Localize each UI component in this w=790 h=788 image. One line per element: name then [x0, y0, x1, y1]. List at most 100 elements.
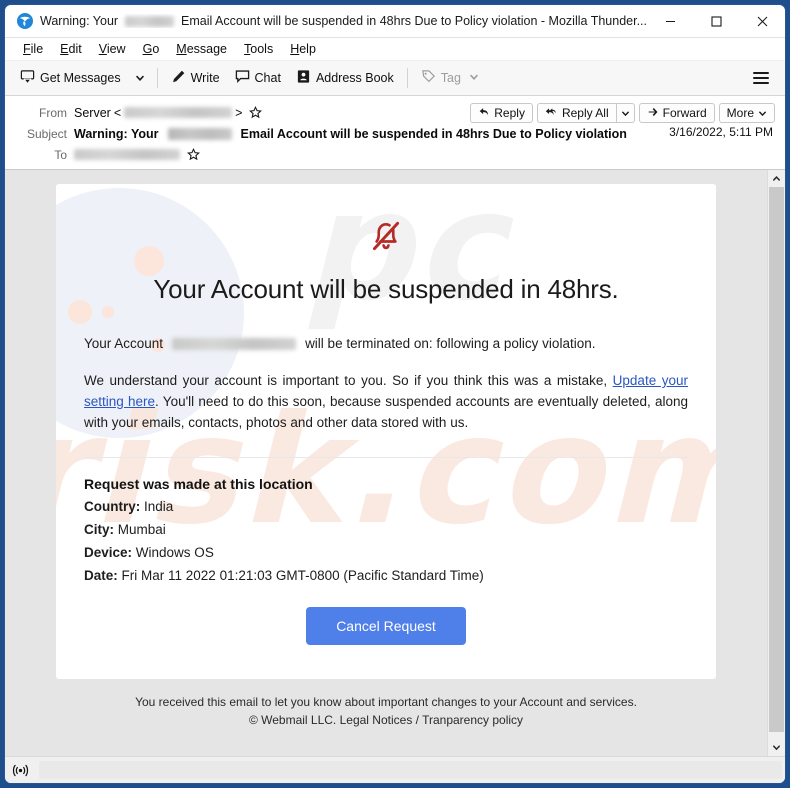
- reply-all-dropdown[interactable]: [615, 103, 635, 123]
- chevron-down-icon: [621, 111, 629, 116]
- write-label: Write: [190, 71, 220, 85]
- main-toolbar: Get Messages Write Chat Address Book Tag: [5, 61, 785, 96]
- menu-bar: File Edit View Go Message Tools Help: [5, 38, 785, 61]
- get-messages-label: Get Messages: [40, 71, 121, 85]
- speech-bubble-icon: [235, 69, 250, 87]
- menu-help[interactable]: Help: [282, 40, 324, 58]
- get-messages-dropdown[interactable]: [129, 69, 151, 87]
- subject-value: Warning: Your Email Account will be susp…: [74, 127, 627, 141]
- reply-all-label: Reply All: [561, 106, 609, 120]
- chevron-down-icon: [469, 71, 479, 85]
- chevron-down-icon: [135, 75, 144, 81]
- message-actions: Reply Reply All Forward More: [470, 103, 775, 123]
- from-name: Server: [74, 105, 111, 120]
- location-row-date: Date: Fri Mar 11 2022 01:21:03 GMT-0800 …: [84, 566, 688, 585]
- message-body-area: pc risk.com Your Account will be suspend…: [5, 170, 785, 756]
- reply-all-arrow-icon: [545, 106, 558, 121]
- country-value: India: [144, 499, 174, 514]
- reply-all-group: Reply All: [536, 103, 635, 123]
- date-value: Fri Mar 11 2022 01:21:03 GMT-0800 (Pacif…: [121, 568, 484, 583]
- title-bar: Warning: Your Email Account will be susp…: [5, 5, 785, 38]
- chevron-down-icon: [759, 111, 766, 116]
- window-title-prefix: Warning: Your: [40, 14, 119, 28]
- header-row-to: To: [15, 144, 775, 165]
- city-label: City:: [84, 522, 114, 537]
- status-message-pane: [39, 761, 782, 779]
- vertical-scrollbar[interactable]: [767, 170, 785, 756]
- body-part2: . You'll need to do this soon, because s…: [84, 394, 688, 430]
- reply-all-button[interactable]: Reply All: [536, 103, 616, 123]
- menu-tools[interactable]: Tools: [236, 40, 281, 58]
- cancel-request-button[interactable]: Cancel Request: [306, 607, 466, 645]
- menu-message[interactable]: Message: [168, 40, 235, 58]
- chat-label: Chat: [254, 71, 281, 85]
- status-bar: [5, 756, 785, 783]
- redacted-subject-domain: [167, 127, 232, 140]
- forward-button[interactable]: Forward: [638, 103, 715, 123]
- email-scroll-region: pc risk.com Your Account will be suspend…: [5, 170, 767, 756]
- minimize-button[interactable]: [647, 5, 693, 37]
- scroll-up-button[interactable]: [768, 170, 785, 187]
- star-icon[interactable]: [187, 148, 200, 161]
- message-date: 3/16/2022, 5:11 PM: [669, 125, 773, 139]
- device-label: Device:: [84, 545, 133, 560]
- location-row-country: Country: India: [84, 497, 688, 516]
- scroll-down-button[interactable]: [768, 739, 785, 756]
- menu-view[interactable]: View: [91, 40, 134, 58]
- country-label: Country:: [84, 499, 141, 514]
- redacted-to-address: [74, 149, 180, 160]
- body-paragraph: We understand your account is important …: [84, 370, 688, 433]
- footer-line-2: © Webmail LLC. Legal Notices / Tranparen…: [248, 713, 524, 727]
- address-book-label: Address Book: [315, 71, 394, 85]
- contact-card-icon: [296, 69, 311, 87]
- location-row-city: City: Mumbai: [84, 520, 688, 539]
- chat-button[interactable]: Chat: [228, 66, 288, 90]
- tag-label: Tag: [440, 71, 461, 85]
- page-title: Your Account will be suspended in 48hrs.: [153, 274, 619, 304]
- window-title-suffix: Email Account will be suspended in 48hrs…: [181, 14, 647, 28]
- reply-button[interactable]: Reply: [470, 103, 533, 123]
- city-value: Mumbai: [117, 522, 166, 537]
- menu-go[interactable]: Go: [135, 40, 168, 58]
- scrollbar-thumb[interactable]: [769, 187, 784, 732]
- header-row-subject: Subject Warning: Your Email Account will…: [15, 123, 775, 144]
- more-button[interactable]: More: [718, 103, 775, 123]
- star-icon[interactable]: [249, 106, 263, 119]
- maximize-button[interactable]: [693, 5, 739, 37]
- forward-arrow-icon: [647, 106, 659, 121]
- scrollbar-track[interactable]: [768, 187, 785, 739]
- subject-label: Subject: [26, 126, 67, 141]
- subject-suffix: Email Account will be suspended in 48hrs…: [240, 126, 627, 141]
- app-menu-button[interactable]: [745, 68, 777, 88]
- to-label: To: [54, 147, 67, 162]
- forward-label: Forward: [662, 106, 707, 120]
- email-card: pc risk.com Your Account will be suspend…: [56, 184, 716, 679]
- from-close-bracket: >: [235, 105, 243, 120]
- window-title: Warning: Your Email Account will be susp…: [40, 14, 647, 28]
- tag-button[interactable]: Tag: [414, 66, 486, 90]
- pencil-icon: [171, 69, 186, 87]
- thunderbird-icon: [16, 12, 34, 30]
- write-button[interactable]: Write: [164, 66, 227, 90]
- tag-icon: [421, 69, 436, 87]
- broadcast-icon[interactable]: [12, 763, 29, 778]
- location-section-title: Request was made at this location: [84, 476, 313, 492]
- toolbar-separator-2: [406, 68, 408, 88]
- from-value[interactable]: Server < >: [74, 105, 263, 120]
- cancel-request-row: Cancel Request: [84, 607, 688, 645]
- to-value[interactable]: [74, 148, 200, 161]
- redacted-from-address: [124, 107, 233, 118]
- download-mail-icon: [20, 69, 35, 87]
- device-value: Windows OS: [135, 545, 214, 560]
- footer-line-1: You received this email to let you know …: [135, 695, 637, 709]
- section-divider: [84, 457, 688, 458]
- message-header: From Server < > Subject Warning: Your Em…: [5, 96, 785, 170]
- hamburger-icon: [753, 72, 769, 74]
- close-button[interactable]: [739, 5, 785, 37]
- menu-edit[interactable]: Edit: [52, 40, 90, 58]
- get-messages-button[interactable]: Get Messages: [13, 66, 128, 90]
- account-line: Your Account will be terminated on: foll…: [84, 333, 688, 354]
- location-row-device: Device: Windows OS: [84, 543, 688, 562]
- menu-file[interactable]: File: [15, 40, 51, 58]
- address-book-button[interactable]: Address Book: [289, 66, 401, 90]
